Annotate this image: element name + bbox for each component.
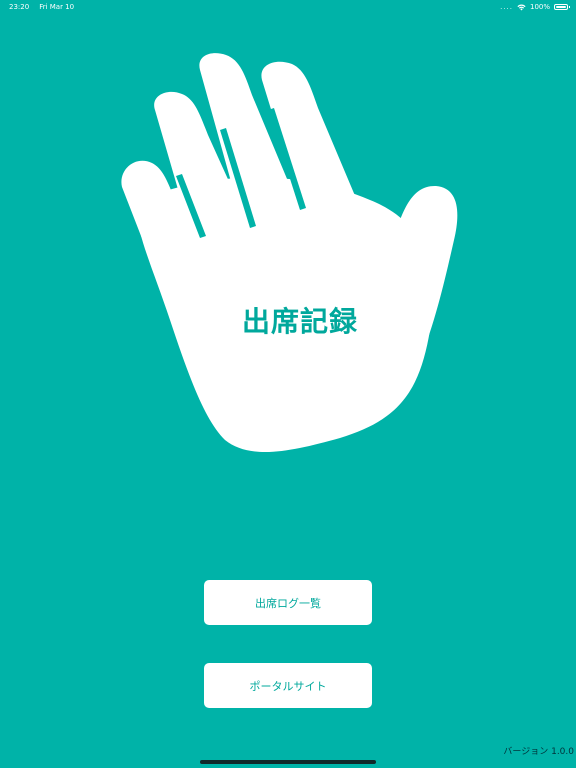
version-label: バージョン 1.0.0 (503, 747, 574, 757)
attendance-log-button[interactable]: 出席ログ一覧 (204, 580, 372, 625)
hand-icon (121, 53, 458, 453)
page-title: 出席記録 (241, 305, 358, 338)
home-indicator[interactable] (200, 760, 376, 764)
hand-logo: 出席記録 (0, 0, 576, 480)
portal-site-button[interactable]: ポータルサイト (204, 663, 372, 708)
